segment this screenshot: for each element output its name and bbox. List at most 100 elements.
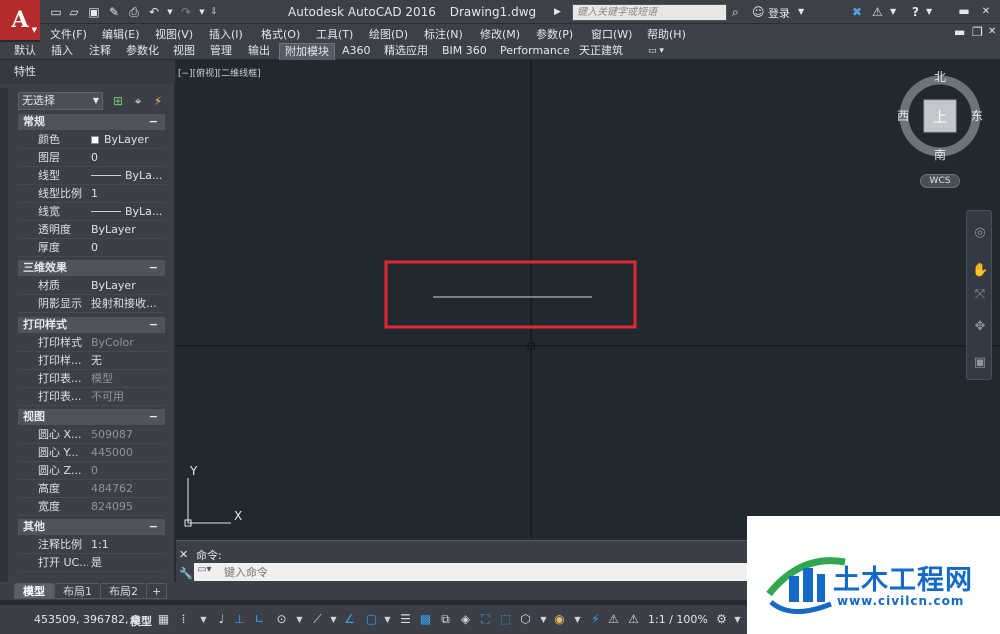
snap-icon[interactable]: ⁞ (176, 612, 191, 627)
3d-osnap-icon[interactable]: ◈ (458, 612, 473, 627)
help-dropdown-icon[interactable]: ▼ (926, 4, 932, 20)
property-row[interactable]: 高度 484762 (18, 480, 165, 498)
property-row[interactable]: 打印表... 模型 (18, 370, 165, 388)
application-menu-button[interactable]: A ▼ (0, 0, 40, 40)
expand-search-icon[interactable]: ▶ (554, 4, 561, 20)
workspace-gear-icon[interactable]: ⚙ (714, 612, 729, 627)
annotation-scale-icon[interactable]: ⚠ (626, 612, 641, 627)
tab-layout1[interactable]: 布局1 (54, 583, 101, 599)
property-row[interactable]: 打印样... 无 (18, 352, 165, 370)
undo-icon[interactable]: ↶ (146, 4, 162, 20)
select-objects-icon[interactable]: ⌖ (130, 93, 146, 109)
selection-dropdown[interactable]: 无选择 ▼ (18, 92, 103, 110)
menu-file[interactable]: 文件(F) (50, 26, 87, 42)
polar-tracking-icon[interactable]: ⊙ (274, 612, 289, 627)
pan-icon[interactable]: ✋ (972, 263, 988, 279)
isodraft-dropdown-icon[interactable]: ▼ (326, 612, 341, 627)
quick-select-icon[interactable]: ⚡ (150, 93, 166, 109)
compass-north[interactable]: 北 (934, 68, 946, 85)
new-file-icon[interactable]: ▭ (48, 4, 64, 20)
property-row[interactable]: 图层 0 (18, 149, 165, 167)
command-prompt-icon[interactable]: ▭▾ (197, 564, 211, 575)
close-icon[interactable]: ✕ (179, 548, 188, 561)
menu-help[interactable]: 帮助(H) (647, 26, 686, 42)
section-view[interactable]: 视图 − (18, 409, 165, 425)
auto-scale-icon[interactable]: ⚠ (606, 612, 621, 627)
menu-view[interactable]: 视图(V) (155, 26, 193, 42)
tab-layout2[interactable]: 布局2 (100, 583, 147, 599)
infer-constraints-icon[interactable]: ♩ (214, 612, 229, 627)
collapse-icon[interactable]: − (149, 260, 158, 276)
tab-model[interactable]: 模型 (14, 583, 54, 599)
property-row[interactable]: 线型 ByLa... (18, 167, 165, 185)
tab-view[interactable]: 视图 (168, 43, 200, 60)
object-snap-tracking-icon[interactable]: ∠ (342, 612, 357, 627)
wcs-menu[interactable]: WCS (920, 174, 960, 188)
ortho-icon[interactable]: ∟ (252, 612, 267, 627)
section-misc[interactable]: 其他 − (18, 519, 165, 535)
user-icon[interactable]: ☺ (752, 4, 765, 20)
dynamic-ucs-icon[interactable]: ⛶ (478, 612, 493, 627)
doc-restore-icon[interactable]: ❐ (972, 25, 983, 39)
save-icon[interactable]: ▣ (86, 4, 102, 20)
model-space-toggle[interactable]: 模型 (130, 613, 152, 629)
menu-format[interactable]: 格式(O) (261, 26, 300, 42)
compass-east[interactable]: 东 (971, 107, 983, 124)
wrench-icon[interactable]: 🔧 (179, 567, 193, 580)
selection-cycling-icon[interactable]: ⧉ (438, 612, 453, 627)
object-snap-dropdown-icon[interactable]: ▼ (380, 612, 395, 627)
tab-annotate[interactable]: 注释 (84, 43, 116, 60)
redo-icon[interactable]: ↷ (178, 4, 194, 20)
isodraft-icon[interactable]: ⟋ (310, 612, 325, 627)
ribbon-minimize-icon[interactable]: ▭ ▾ (643, 43, 669, 60)
showmotion-icon[interactable]: ▣ (972, 355, 988, 371)
a360-icon[interactable]: ⚠ (872, 4, 883, 20)
tab-a360[interactable]: A360 (337, 43, 376, 60)
annotation-monitor-icon[interactable]: ⚡ (588, 612, 603, 627)
tab-parametric[interactable]: 参数化 (121, 43, 164, 60)
property-row[interactable]: 宽度 824095 (18, 498, 165, 516)
grid-icon[interactable]: ▦ (156, 612, 171, 627)
tab-add-ins[interactable]: 附加模块 (279, 43, 335, 60)
close-window-icon[interactable]: ✕ (976, 3, 996, 20)
gizmo-icon[interactable]: ⬡ (518, 612, 533, 627)
minimize-icon[interactable]: ▬ (954, 3, 974, 20)
undo-dropdown-icon[interactable]: ▼ (162, 4, 178, 20)
property-row[interactable]: 材质 ByLayer (18, 277, 165, 295)
property-row[interactable]: 圆心 Y... 445000 (18, 444, 165, 462)
drawing-area[interactable]: [−][俯视][二维线框] Y X 北 南 东 西 上 WCS ◎ ✋ ⤧ ✥ … (176, 60, 1000, 538)
annotation-dropdown-icon[interactable]: ▼ (570, 612, 585, 627)
doc-close-icon[interactable]: ✕ (988, 26, 996, 37)
menu-insert[interactable]: 插入(I) (209, 26, 243, 42)
workspace-dropdown-icon[interactable]: ▼ (730, 612, 745, 627)
tab-manage[interactable]: 管理 (205, 43, 237, 60)
orbit-icon[interactable]: ✥ (972, 319, 988, 335)
tab-output[interactable]: 输出 (243, 43, 275, 60)
viewcube[interactable]: 北 南 东 西 上 WCS (897, 70, 988, 192)
collapse-icon[interactable]: − (149, 409, 158, 425)
property-row[interactable]: 透明度 ByLayer (18, 221, 165, 239)
doc-minimize-icon[interactable]: ▬ (954, 25, 965, 39)
section-general[interactable]: 常规 − (18, 114, 165, 130)
a360-dropdown-icon[interactable]: ▼ (890, 4, 896, 20)
annotation-scale[interactable]: 1:1 / 100% (648, 613, 708, 626)
annotation-visibility-icon[interactable]: ◉ (552, 612, 567, 627)
selection-filter-icon[interactable]: ⬚ (498, 612, 513, 627)
polar-dropdown-icon[interactable]: ▼ (292, 612, 307, 627)
help-button[interactable]: ? (912, 4, 919, 20)
coordinates-readout[interactable]: 453509, 396782, 0 (34, 613, 139, 626)
section-plot-style[interactable]: 打印样式 − (18, 317, 165, 333)
tab-performance[interactable]: Performance (495, 43, 575, 60)
menu-parametric[interactable]: 参数(P) (536, 26, 573, 42)
login-dropdown-icon[interactable]: ▼ (798, 4, 804, 20)
menu-tools[interactable]: 工具(T) (316, 26, 353, 42)
property-row[interactable]: 打印样式 ByColor (18, 334, 165, 352)
viewcube-top-face[interactable]: 上 (933, 107, 947, 127)
collapse-icon[interactable]: − (149, 519, 158, 535)
open-folder-icon[interactable]: ▱ (66, 4, 82, 20)
property-row[interactable]: 注释比例 1:1 (18, 536, 165, 554)
search-input[interactable]: 键入关键字或短语 (572, 4, 727, 21)
property-row[interactable]: 打印表... 不可用 (18, 388, 165, 406)
property-row[interactable]: 圆心 X... 509087 (18, 426, 165, 444)
steering-wheel-icon[interactable]: ◎ (972, 225, 988, 241)
